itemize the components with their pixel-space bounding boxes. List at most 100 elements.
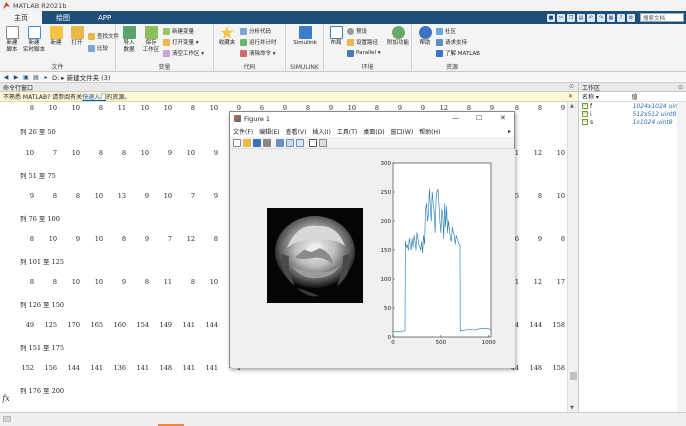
- analyze-code-button[interactable]: 分析代码: [240, 26, 271, 36]
- data-point: [460, 330, 461, 332]
- fx-prompt-icon[interactable]: fx: [0, 392, 12, 404]
- save-icon[interactable]: ■: [547, 13, 555, 22]
- matrix-value: 10: [209, 278, 218, 286]
- menu-tools[interactable]: 工具(T): [337, 127, 357, 136]
- insert-legend-icon[interactable]: [296, 138, 304, 147]
- compare-button[interactable]: 比较: [88, 43, 108, 53]
- insert-colorbar-icon[interactable]: [286, 138, 294, 147]
- new-variable-button[interactable]: 新建变量: [163, 26, 194, 36]
- save-figure-icon[interactable]: [253, 138, 261, 147]
- line-plot: 0501001502002503000 500 1000: [381, 161, 497, 346]
- redo-icon[interactable]: ↷: [597, 13, 605, 22]
- set-path-button[interactable]: 设置路径: [347, 37, 378, 47]
- scrollbar-thumb[interactable]: [570, 372, 577, 380]
- community-button[interactable]: 社区: [436, 26, 456, 36]
- help-icon[interactable]: ?: [617, 13, 625, 22]
- scroll-up-icon[interactable]: ▲: [570, 103, 574, 109]
- back-icon[interactable]: ◀: [2, 73, 10, 81]
- simulink-button[interactable]: Simulink: [292, 26, 318, 47]
- matrix-value: 10: [71, 149, 80, 157]
- request-support-button[interactable]: 请求支持: [436, 37, 467, 47]
- cut-icon[interactable]: ✂: [557, 13, 565, 22]
- up-folder-icon[interactable]: ▣: [22, 73, 30, 81]
- new-button[interactable]: 新建: [45, 26, 67, 47]
- workspace-row[interactable]: f 1024x1024 uint8: [579, 102, 686, 110]
- matrix-value: 160: [113, 321, 126, 329]
- getting-started-link[interactable]: 快速入门: [82, 92, 106, 101]
- menu-overflow-icon[interactable]: ▸: [508, 128, 511, 135]
- parallel-button[interactable]: Parallel ▾: [347, 48, 381, 58]
- tab-plots[interactable]: 绘图: [42, 11, 84, 24]
- close-icon[interactable]: ✕: [500, 114, 506, 122]
- x-tick-label: 1000: [482, 340, 496, 346]
- menu-insert[interactable]: 插入(I): [312, 127, 330, 136]
- run-and-time-button[interactable]: 运行并计时: [240, 37, 277, 47]
- open-file-icon[interactable]: [243, 138, 251, 147]
- favorites-button[interactable]: 收藏夹: [216, 26, 238, 47]
- matrix-value: 9: [213, 149, 218, 157]
- help-button[interactable]: 帮助: [414, 26, 436, 47]
- matrix-value: 8: [537, 192, 542, 200]
- pointer-icon[interactable]: [309, 138, 317, 147]
- maximize-icon[interactable]: ☐: [476, 114, 482, 122]
- menu-file[interactable]: 文件(F): [233, 127, 253, 136]
- data-point: [412, 246, 414, 248]
- clear-commands-button[interactable]: 清除命令 ▾: [240, 48, 276, 58]
- open-variable-button[interactable]: 打开变量 ▾: [163, 37, 199, 47]
- close-notice-icon[interactable]: ✕: [568, 93, 573, 100]
- x-tick-label: 500: [436, 340, 447, 346]
- menu-edit[interactable]: 编辑(E): [259, 127, 279, 136]
- find-files-button[interactable]: 查找文件: [88, 31, 119, 41]
- data-point: [449, 229, 450, 231]
- menu-window[interactable]: 窗口(W): [391, 127, 414, 136]
- save-workspace-button[interactable]: 保存 工作区: [140, 26, 162, 53]
- browse-folder-icon[interactable]: ▤: [32, 73, 40, 81]
- column-value-header[interactable]: 值: [629, 92, 686, 101]
- menu-view[interactable]: 查看(V): [286, 127, 307, 136]
- minimize-icon[interactable]: —: [452, 114, 459, 122]
- import-data-button[interactable]: 导入 数据: [118, 26, 140, 53]
- panel-actions-icon[interactable]: ⊙: [569, 83, 574, 90]
- matrix-value: 8: [75, 192, 80, 200]
- workspace-actions-icon[interactable]: ⊙: [678, 84, 683, 91]
- workspace-scrollbar[interactable]: [677, 102, 686, 412]
- settings-icon[interactable]: ⚙: [627, 13, 635, 22]
- current-folder-path[interactable]: D: ▸ 新建文件夹 (3): [52, 72, 110, 82]
- search-docs-input[interactable]: 搜索文档: [640, 13, 684, 22]
- workspace-row[interactable]: s 1x1024 uint8: [579, 118, 686, 126]
- tab-home[interactable]: 主页: [0, 11, 42, 24]
- figure-window[interactable]: Figure 1 — ☐ ✕ 文件(F) 编辑(E) 查看(V) 插入(I) 工…: [229, 111, 515, 368]
- data-point: [432, 203, 434, 204]
- paste-icon[interactable]: ▤: [577, 13, 585, 22]
- preferences-button[interactable]: 预设: [347, 26, 367, 36]
- new-figure-icon[interactable]: [233, 138, 241, 147]
- print-icon[interactable]: [263, 138, 271, 147]
- undo-icon[interactable]: ↶: [587, 13, 595, 22]
- new-script-button[interactable]: 新建 脚本: [1, 26, 23, 53]
- new-live-script-button[interactable]: 新建 实时脚本: [23, 26, 45, 53]
- add-ons-icon: [391, 26, 405, 39]
- learn-matlab-button[interactable]: 了解 MATLAB: [436, 48, 480, 58]
- menu-desktop[interactable]: 桌面(D): [363, 127, 384, 136]
- column-name-header[interactable]: 名称 ▾: [579, 92, 629, 101]
- add-ons-button[interactable]: 附加功能: [386, 26, 410, 47]
- data-point: [427, 220, 428, 222]
- tab-apps[interactable]: APP: [84, 11, 125, 24]
- property-editor-icon[interactable]: [319, 138, 327, 147]
- analyze-code-icon: [240, 27, 247, 35]
- copy-icon[interactable]: ❐: [567, 13, 575, 22]
- open-button[interactable]: 打开: [66, 26, 88, 47]
- layout-button[interactable]: 布局: [325, 26, 347, 47]
- clear-workspace-button[interactable]: 清空工作区 ▾: [163, 48, 204, 58]
- menu-help[interactable]: 帮助(H): [419, 127, 440, 136]
- scroll-down-icon[interactable]: ▼: [570, 405, 574, 411]
- help-icon: [418, 26, 432, 39]
- data-point: [392, 330, 394, 332]
- data-point: [454, 243, 456, 245]
- switch-windows-icon[interactable]: ▦: [607, 13, 615, 22]
- forward-icon[interactable]: ▶: [12, 73, 20, 81]
- command-window-scrollbar[interactable]: ▲ ▼: [567, 102, 578, 412]
- workspace-row[interactable]: i 512x512 uint8: [579, 110, 686, 118]
- link-plot-icon[interactable]: [276, 138, 284, 147]
- matrix-value: 13: [117, 192, 126, 200]
